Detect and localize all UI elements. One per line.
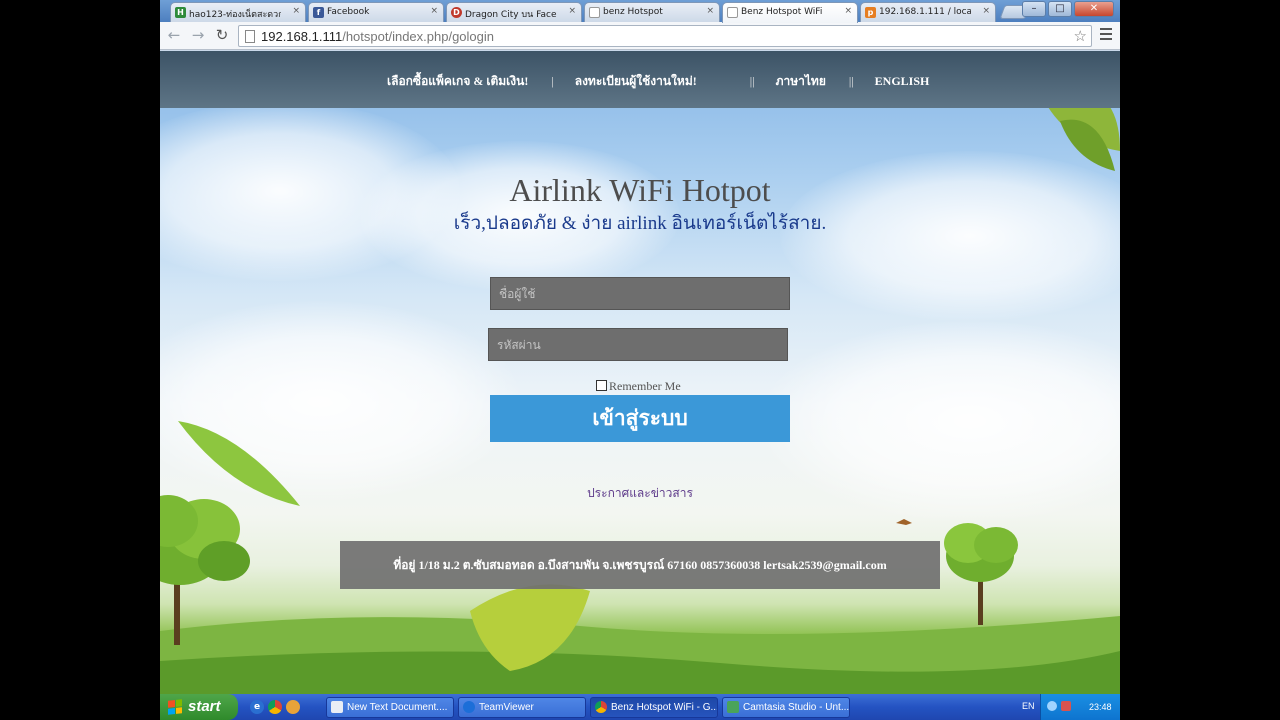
tab-benz-hotspot-wifi[interactable]: Benz Hotspot WiFi × [722, 2, 858, 23]
task-label: Camtasia Studio - Unt... [743, 702, 850, 713]
tab-strip: H hao123-ท่องเน็ตสะดวก × f Facebook × D … [160, 0, 1120, 23]
remember-me-checkbox[interactable] [596, 380, 607, 391]
nav-separator: | [551, 74, 554, 88]
chrome-icon [595, 701, 607, 713]
screen: H hao123-ท่องเน็ตสะดวก × f Facebook × D … [160, 0, 1120, 720]
remember-me-label: Remember Me [609, 379, 681, 393]
news-link[interactable]: ประกาศและข่าวสาร [160, 484, 1120, 503]
tab-facebook[interactable]: f Facebook × [308, 2, 444, 22]
url-host: 192.168.1.111 [261, 29, 343, 44]
task-label: Benz Hotspot WiFi - G... [611, 702, 718, 713]
task-label: TeamViewer [479, 702, 534, 713]
forward-icon[interactable]: → [190, 27, 206, 43]
buy-package-link[interactable]: เลือกซื้อแพ็คเกจ & เติมเงิน! [387, 74, 528, 88]
notepad-icon [331, 701, 343, 713]
url-path: /hotspot/index.php/gologin [342, 29, 495, 44]
tab-phpmyadmin[interactable]: p 192.168.1.111 / localh × [860, 2, 996, 22]
quick-launch-icon[interactable] [286, 700, 300, 714]
close-icon[interactable]: × [844, 6, 852, 16]
phpmyadmin-icon: p [865, 7, 876, 18]
back-icon[interactable]: ← [166, 27, 182, 43]
tab-label: Dragon City บน Facebo [465, 10, 557, 20]
chrome-icon[interactable] [268, 700, 282, 714]
close-icon[interactable]: × [982, 6, 990, 16]
teamviewer-icon [463, 701, 475, 713]
camtasia-icon [727, 701, 739, 713]
close-icon[interactable]: × [706, 6, 714, 16]
top-nav: เลือกซื้อแพ็คเกจ & เติมเงิน! | ลงทะเบียน… [387, 72, 929, 91]
username-input[interactable] [490, 277, 790, 310]
close-icon[interactable]: × [568, 6, 576, 16]
window-controls: – □ ✕ [1022, 1, 1114, 17]
system-tray: 23:48 [1040, 694, 1120, 720]
security-icon[interactable] [1061, 701, 1071, 711]
tab-label: Benz Hotspot WiFi [741, 7, 823, 17]
english-language-link[interactable]: ENGLISH [875, 74, 930, 88]
close-icon[interactable]: × [292, 6, 300, 16]
tab-label: hao123-ท่องเน็ตสะดวก [189, 10, 281, 20]
login-button[interactable]: เข้าสู่ระบบ [490, 395, 790, 442]
maximize-button[interactable]: □ [1048, 1, 1072, 17]
dragon-city-icon: D [451, 7, 462, 18]
page-icon [245, 30, 255, 43]
reload-icon[interactable]: ↻ [214, 27, 230, 43]
tab-hao123[interactable]: H hao123-ท่องเน็ตสะดวก × [170, 2, 306, 22]
tab-benz-hotspot[interactable]: benz Hotspot × [584, 2, 720, 22]
taskbar: start e New Text Document.... TeamViewer… [160, 694, 1120, 720]
network-icon[interactable] [1047, 701, 1057, 711]
password-input[interactable] [488, 328, 788, 361]
browser-toolbar: ← → ↻ 192.168.1.111/hotspot/index.php/go… [160, 22, 1120, 50]
address-bar[interactable]: 192.168.1.111/hotspot/index.php/gologin … [238, 25, 1092, 47]
nav-separator: || [848, 74, 854, 88]
scenery [160, 51, 1120, 694]
start-label: start [188, 698, 221, 715]
task-new-text-document[interactable]: New Text Document.... [326, 697, 454, 718]
task-camtasia[interactable]: Camtasia Studio - Unt... [722, 697, 850, 718]
tree-right [944, 523, 1018, 625]
tab-label: 192.168.1.111 / localh [879, 7, 971, 17]
menu-icon[interactable] [1100, 28, 1112, 42]
facebook-icon: f [313, 7, 324, 18]
register-link[interactable]: ลงทะเบียนผู้ใช้งานใหม่! [575, 74, 697, 88]
tab-label: Facebook [327, 7, 370, 17]
footer-address: ที่อยู่ 1/18 ม.2 ต.ซับสมอทอด อ.บึงสามพัน… [340, 541, 940, 589]
minimize-button[interactable]: – [1022, 1, 1046, 17]
page-icon [727, 7, 738, 18]
tree-left [160, 495, 250, 645]
task-benz-hotspot[interactable]: Benz Hotspot WiFi - G... [590, 697, 718, 718]
bird [896, 519, 912, 525]
internet-explorer-icon[interactable]: e [250, 700, 264, 714]
task-label: New Text Document.... [347, 702, 448, 713]
thai-language-link[interactable]: ภาษาไทย [776, 74, 826, 88]
task-teamviewer[interactable]: TeamViewer [458, 697, 586, 718]
page-subtitle: เร็ว,ปลอดภัย & ง่าย airlink อินเทอร์เน็ต… [453, 213, 827, 234]
windows-logo-icon [168, 699, 182, 715]
nav-separator: || [749, 74, 755, 88]
bookmark-star-icon[interactable]: ☆ [1074, 27, 1087, 45]
start-button[interactable]: start [160, 694, 238, 720]
tab-dragon-city[interactable]: D Dragon City บน Facebo × [446, 2, 582, 22]
close-window-button[interactable]: ✕ [1074, 1, 1114, 17]
clock: 23:48 [1089, 702, 1112, 712]
language-indicator[interactable]: EN [1022, 701, 1035, 711]
page-title: Airlink WiFi Hotpot [509, 172, 771, 208]
remember-me[interactable]: Remember Me [596, 379, 681, 394]
url-text: 192.168.1.111/hotspot/index.php/gologin [261, 29, 494, 44]
tab-label: benz Hotspot [603, 7, 663, 17]
hotspot-login-page: เลือกซื้อแพ็คเกจ & เติมเงิน! | ลงทะเบียน… [160, 51, 1120, 694]
page-icon [589, 7, 600, 18]
close-icon[interactable]: × [430, 6, 438, 16]
hao123-icon: H [175, 7, 186, 18]
